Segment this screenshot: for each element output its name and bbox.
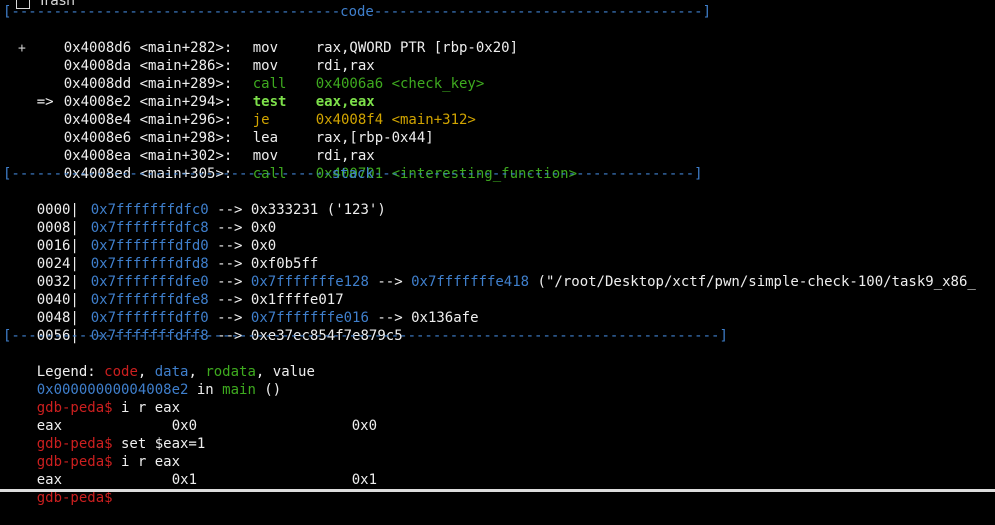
code-line: 0x4008ea <main+302>: mov rdi,rax [63, 148, 375, 164]
stack-separator: [--------------------------------------s… [3, 166, 703, 182]
current-instruction-line: => 0x4008e2 <main+294>: test eax,eax [36, 94, 375, 110]
terminal-window[interactable]: Trash + [-------------------------------… [0, 0, 995, 506]
current-location: 0x00000000004008e2 in main () [36, 382, 282, 398]
stack-row: 0056| 0x7fffffffdff8 --> 0xe37ec854f7e879… [36, 328, 403, 344]
gdb-prompt: gdb-peda$ [36, 490, 113, 506]
stack-row: 0000| 0x7fffffffdfc0 --> 0x333231 ('123') [36, 202, 386, 218]
stack-row: 0008| 0x7fffffffdfc8 --> 0x0 [36, 220, 277, 236]
stack-row: 0040| 0x7fffffffdfe8 --> 0x1ffffe017 [36, 292, 344, 308]
end-separator: [---------------------------------------… [3, 328, 728, 344]
code-line: 0x4008ed <main+305>: call 0x400701 <intere… [63, 166, 578, 182]
stack-row: 0024| 0x7fffffffdfd8 --> 0xf0b5ff [36, 256, 319, 272]
command-line: gdb-peda$ i r eax [36, 454, 181, 470]
command-line: gdb-peda$ set $eax=1 [36, 436, 206, 452]
code-line: 0x4008e6 <main+298>: lea rax,[rbp-0x44] [63, 130, 434, 146]
stack-row: 0016| 0x7fffffffdfd0 --> 0x0 [36, 238, 277, 254]
code-line: 0x4008e4 <main+296>: je 0x4008f4 <main+312… [63, 112, 476, 128]
active-command-line[interactable]: gdb-peda$ [3, 471, 113, 506]
legend: Legend: code, data, rodata, value [36, 364, 315, 380]
register-output: eax 0x1 0x1 [36, 472, 378, 488]
register-output: eax 0x0 0x0 [36, 418, 378, 434]
code-line: 0x4008d6 <main+282>: mov rax,QWORD PTR [rb… [63, 40, 519, 56]
stack-row: 0048| 0x7fffffffdff0 --> 0x7fffffffe016 -… [36, 310, 479, 326]
code-separator: [---------------------------------------… [3, 4, 712, 20]
command-line: gdb-peda$ i r eax [36, 400, 181, 416]
code-line: 0x4008dd <main+289>: call 0x4006a6 <check_… [63, 76, 485, 92]
code-line: 0x4008da <main+286>: mov rdi,rax [63, 58, 375, 74]
stack-row: 0032| 0x7fffffffdfe0 --> 0x7fffffffe128 -… [36, 274, 976, 290]
